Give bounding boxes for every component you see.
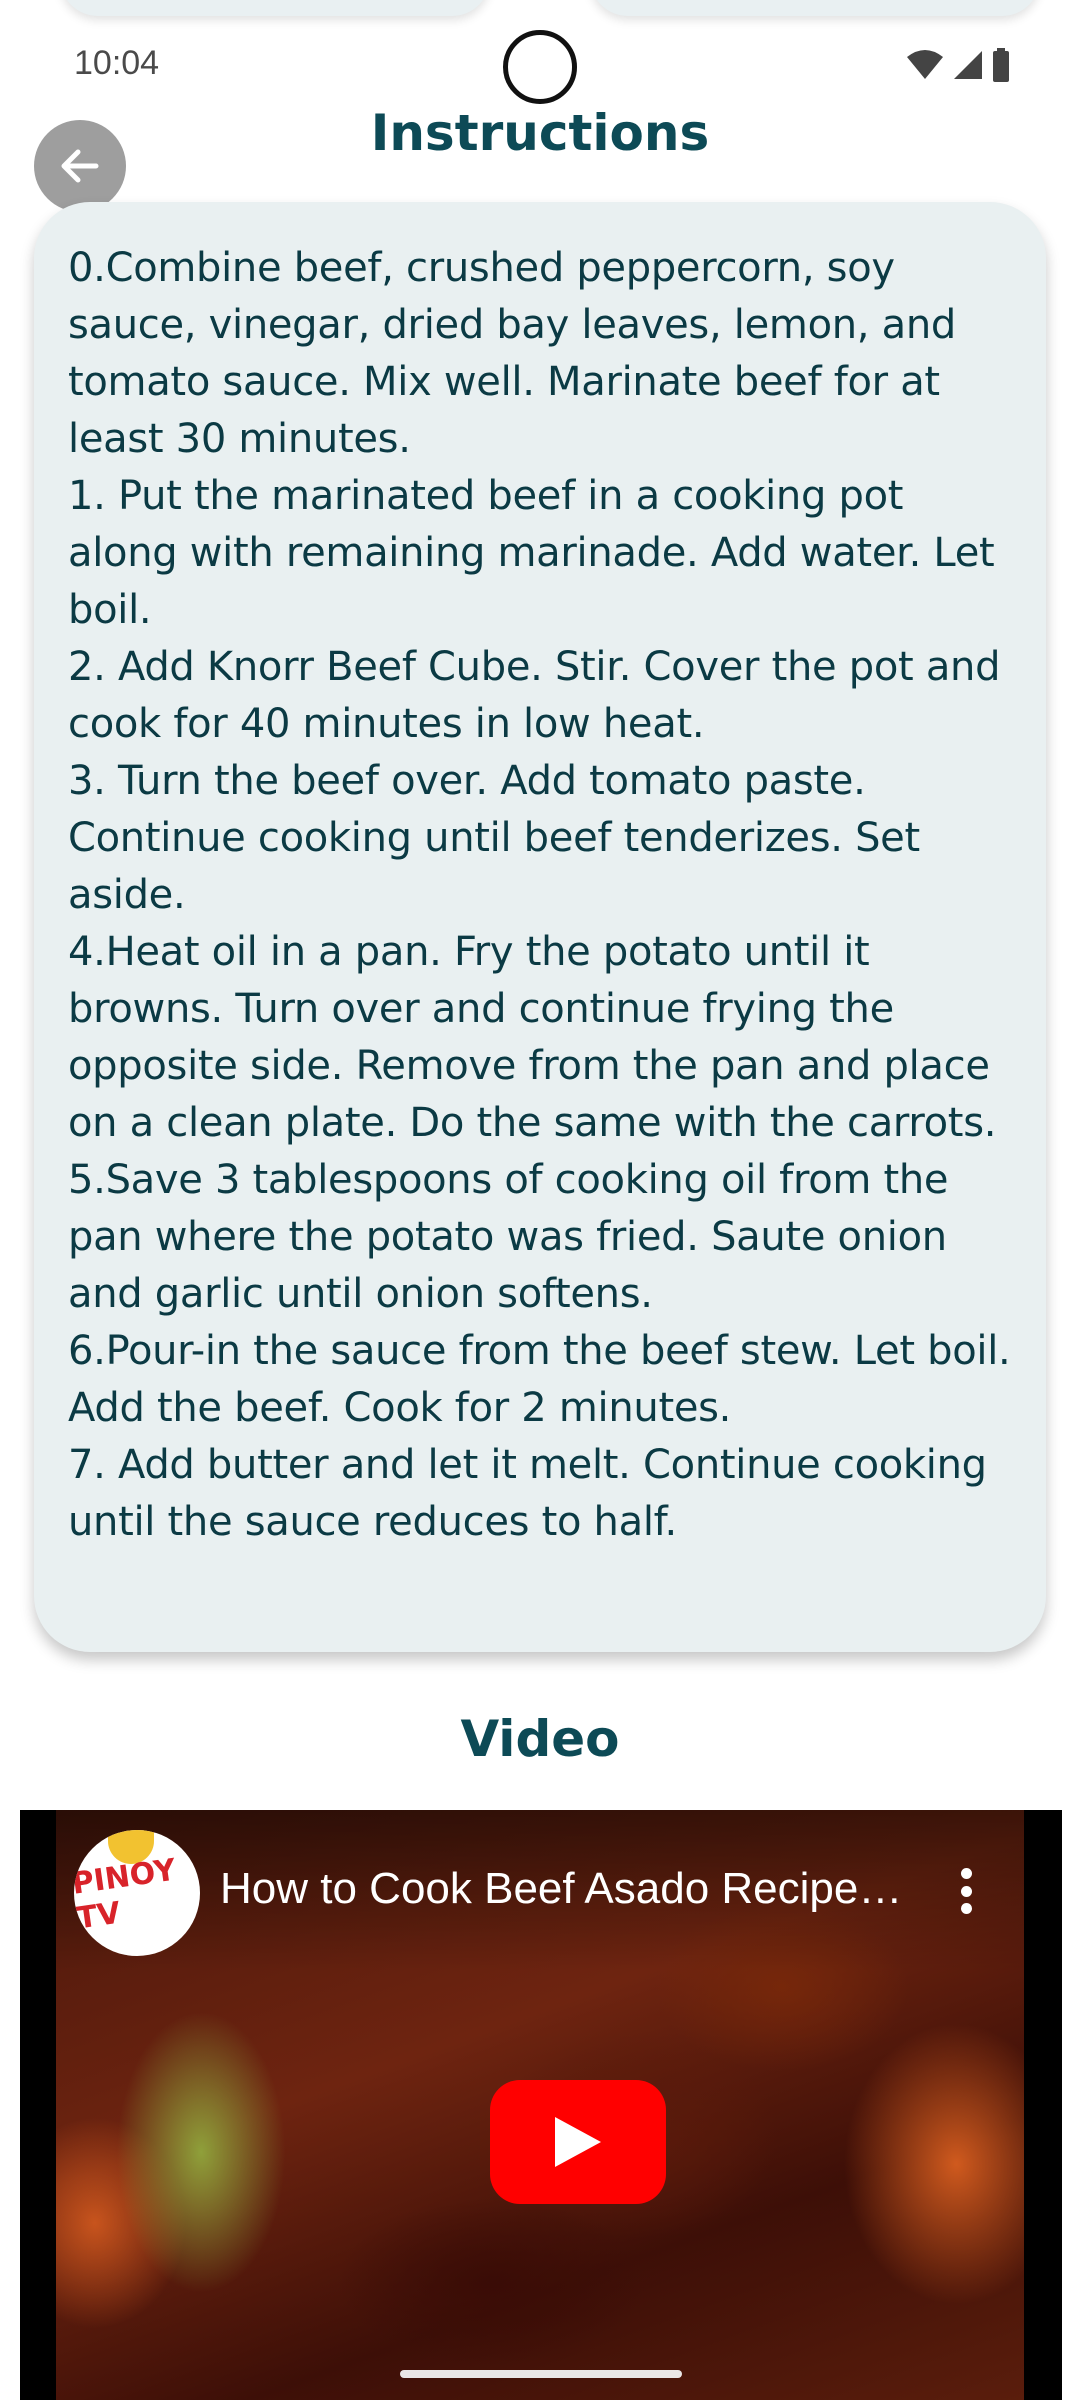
status-bar: 10:04 [0,0,1080,120]
cellular-signal-icon [954,51,982,79]
instruction-step: 3. Turn the beef over. Add tomato paste.… [68,758,920,918]
play-icon [555,2117,601,2167]
play-button[interactable] [490,2080,666,2204]
recipe-instructions-screen: 10:04 Instructions 0.Combine beef, crush… [0,0,1080,2400]
more-options-icon[interactable] [958,1868,974,1914]
video-title[interactable]: How to Cook Beef Asado Recipe… [220,1864,960,1914]
battery-icon [993,48,1009,82]
youtube-video-player[interactable]: PINOY TV How to Cook Beef Asado Recipe… [20,1810,1062,2400]
instructions-card: 0.Combine beef, crushed peppercorn, soy … [34,202,1046,1652]
page-title: Instructions [370,104,710,162]
instruction-step: 0.Combine beef, crushed peppercorn, soy … [68,245,956,462]
instruction-step: 4.Heat oil in a pan. Fry the potato unti… [68,929,997,1146]
channel-avatar[interactable]: PINOY TV [74,1830,200,1956]
status-time: 10:04 [74,44,160,82]
camera-cutout [503,30,577,104]
instruction-step: 6.Pour-in the sauce from the beef stew. … [68,1328,1011,1431]
instruction-step: 2. Add Knorr Beef Cube. Stir. Cover the … [68,644,1001,747]
instruction-step: 1. Put the marinated beef in a cooking p… [68,473,995,633]
channel-logo-text: PINOY TV [74,1852,179,1937]
video-section-title: Video [460,1710,620,1768]
status-icons [906,48,1010,82]
home-indicator[interactable] [400,2370,682,2378]
instruction-step: 7. Add butter and let it melt. Continue … [68,1442,987,1545]
instruction-step: 5.Save 3 tablespoons of cooking oil from… [68,1157,949,1317]
video-thumbnail[interactable]: PINOY TV How to Cook Beef Asado Recipe… [56,1810,1024,2400]
wifi-icon [907,50,943,79]
